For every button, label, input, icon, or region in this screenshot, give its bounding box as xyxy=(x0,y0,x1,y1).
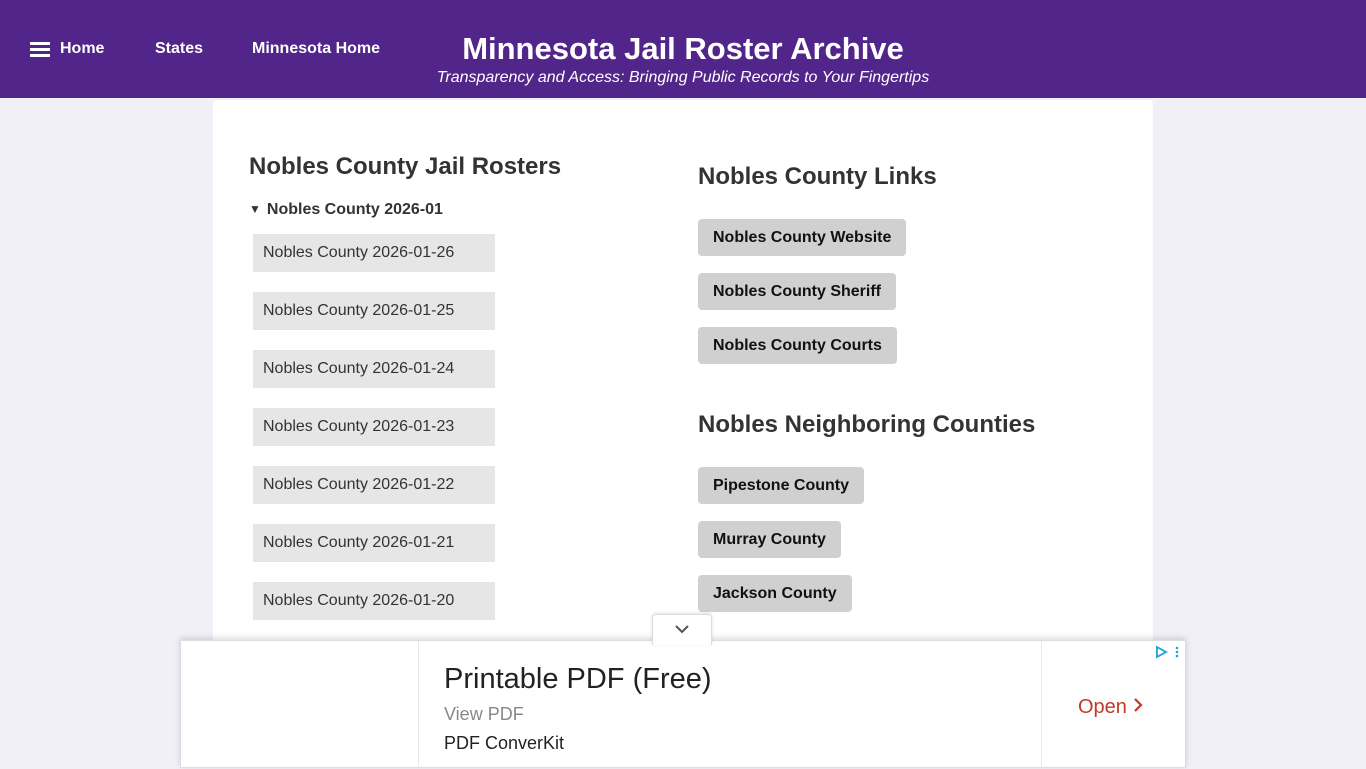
ad-open-button[interactable]: Open xyxy=(1078,695,1143,719)
neighbor-county-button[interactable]: Murray County xyxy=(698,521,841,558)
roster-link[interactable]: Nobles County 2026-01-22 xyxy=(253,466,495,504)
site-header: Home States Minnesota Home Minnesota Jai… xyxy=(0,0,1366,98)
list-item: Nobles County Website xyxy=(698,219,907,273)
links-heading: Nobles County Links xyxy=(698,163,937,190)
more-options-icon[interactable] xyxy=(1174,645,1180,659)
rosters-heading: Nobles County Jail Rosters xyxy=(249,153,562,180)
ad-view-link[interactable]: View PDF xyxy=(444,703,524,725)
neighbor-county-button[interactable]: Jackson County xyxy=(698,575,852,612)
list-item: Nobles County Sheriff xyxy=(698,273,906,327)
ad-choices-icon[interactable] xyxy=(1154,645,1168,659)
ad-banner[interactable]: Printable PDF (Free) View PDF PDF Conver… xyxy=(180,640,1186,769)
caret-down-icon: ▼ xyxy=(249,202,261,216)
roster-list: Nobles County 2026-01-26 Nobles County 2… xyxy=(253,234,495,640)
ad-collapse-button[interactable] xyxy=(652,614,712,645)
ad-open-label: Open xyxy=(1078,696,1127,718)
chevron-right-icon xyxy=(1133,695,1143,719)
list-item: Pipestone County xyxy=(698,467,865,521)
month-label: Nobles County 2026-01 xyxy=(266,201,443,218)
list-item: Murray County xyxy=(698,521,864,575)
ad-headline[interactable]: Printable PDF (Free) xyxy=(444,661,712,697)
site-tagline: Transparency and Access: Bringing Public… xyxy=(436,69,930,86)
site-title[interactable]: Minnesota Jail Roster Archive xyxy=(0,30,1366,68)
county-website-button[interactable]: Nobles County Website xyxy=(698,219,907,256)
roster-link[interactable]: Nobles County 2026-01-20 xyxy=(253,582,495,620)
county-sheriff-button[interactable]: Nobles County Sheriff xyxy=(698,273,897,310)
neighbors-heading: Nobles Neighboring Counties xyxy=(698,411,1036,438)
list-item: Jackson County xyxy=(698,575,864,629)
neighbor-county-button[interactable]: Pipestone County xyxy=(698,467,865,504)
chevron-down-icon xyxy=(675,625,689,634)
ad-image-area xyxy=(181,641,419,769)
neighbor-counties-list: Pipestone County Murray County Jackson C… xyxy=(698,467,865,629)
roster-link[interactable]: Nobles County 2026-01-21 xyxy=(253,524,495,562)
roster-link[interactable]: Nobles County 2026-01-25 xyxy=(253,292,495,330)
county-links-list: Nobles County Website Nobles County Sher… xyxy=(698,219,907,381)
roster-link[interactable]: Nobles County 2026-01-24 xyxy=(253,350,495,388)
month-toggle[interactable]: ▼ Nobles County 2026-01 xyxy=(249,200,443,220)
roster-link[interactable]: Nobles County 2026-01-26 xyxy=(253,234,495,272)
ad-advertiser: PDF ConverKit xyxy=(444,733,565,753)
list-item: Nobles County Courts xyxy=(698,327,906,381)
roster-link[interactable]: Nobles County 2026-01-23 xyxy=(253,408,495,446)
county-courts-button[interactable]: Nobles County Courts xyxy=(698,327,897,364)
content-card: Nobles County Jail Rosters ▼ Nobles Count… xyxy=(213,100,1153,660)
